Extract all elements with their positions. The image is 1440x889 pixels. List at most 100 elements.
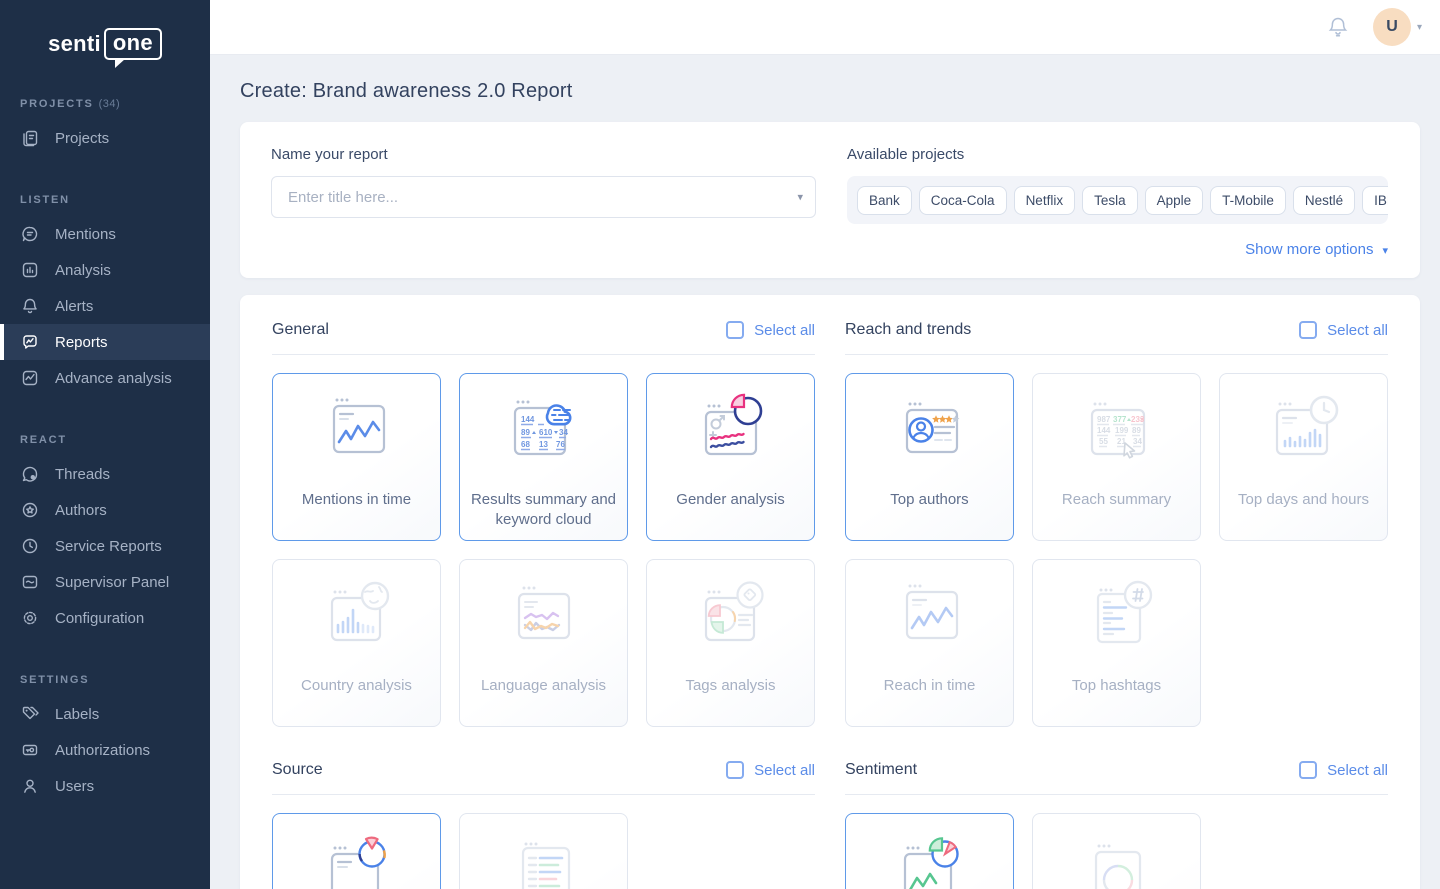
user-menu[interactable]: U ▾ [1373, 8, 1422, 46]
reach-in-time-icon [888, 578, 972, 668]
tile-country-analysis[interactable]: Country analysis [272, 559, 441, 727]
report-setup-card: Name your report ▾ Available projects Ba… [240, 122, 1420, 278]
section-title: Source [272, 761, 323, 779]
panel-wave-icon [20, 572, 40, 592]
sidebar-item-analysis[interactable]: Analysis [0, 252, 210, 288]
chevron-down-icon[interactable]: ▾ [1417, 22, 1422, 33]
sidebar-item-mentions[interactable]: Mentions [0, 216, 210, 252]
tile-reach-summary[interactable]: 98737723314419989552134 Reach summary [1032, 373, 1201, 541]
tile-top-days-and-hours[interactable]: Top days and hours [1219, 373, 1388, 541]
select-all-reach[interactable]: Select all [1299, 321, 1388, 339]
sidebar-item-labels[interactable]: Labels [0, 696, 210, 732]
tile-results-summary-keyword-cloud[interactable]: 1448961034681376 Results summary and key… [459, 373, 628, 541]
sidebar: sentione PROJECTS (34) Projects LISTEN M… [0, 0, 210, 889]
content: Create: Brand awareness 2.0 Report Name … [210, 80, 1440, 889]
logo-speech-bubble: one [104, 28, 162, 60]
project-chip[interactable]: Coca-Cola [919, 186, 1007, 215]
sidebar-item-users[interactable]: Users [0, 768, 210, 804]
svg-text:13: 13 [539, 440, 548, 449]
section-title: General [272, 321, 329, 339]
tile-gender-analysis[interactable]: Gender analysis [646, 373, 815, 541]
source-list-icon [502, 832, 586, 889]
sidebar-item-reports[interactable]: Reports [0, 324, 210, 360]
project-chip[interactable]: Netflix [1014, 186, 1076, 215]
star-circle-icon [20, 500, 40, 520]
show-more-options-button[interactable]: Show more options ▾ [1245, 241, 1388, 258]
show-more-row: Show more options ▾ [271, 241, 1388, 258]
summary-cloud-icon: 1448961034681376 [502, 392, 586, 482]
sidebar-item-authors[interactable]: Authors [0, 492, 210, 528]
sidebar-item-configuration[interactable]: Configuration [0, 600, 210, 636]
select-all-general[interactable]: Select all [726, 321, 815, 339]
tile-sentiment-donut[interactable] [1032, 813, 1201, 889]
top-hashtags-icon [1075, 578, 1159, 668]
section-general: General Select all Mentions in time [272, 321, 815, 727]
top-days-hours-icon [1262, 392, 1346, 482]
svg-text:377: 377 [1113, 415, 1127, 424]
svg-text:55: 55 [1099, 437, 1108, 446]
checkbox[interactable] [726, 321, 744, 339]
checkbox[interactable] [726, 761, 744, 779]
chevron-down-icon: ▾ [1382, 243, 1388, 257]
sidebar-item-service-reports[interactable]: Service Reports [0, 528, 210, 564]
sidebar-item-advance-analysis[interactable]: Advance analysis [0, 360, 210, 396]
svg-text:987: 987 [1097, 415, 1111, 424]
tile-source-list[interactable] [459, 813, 628, 889]
project-chip[interactable]: Tesla [1082, 186, 1138, 215]
logo-text: senti [48, 31, 101, 57]
topbar: U ▾ [210, 0, 1440, 55]
project-chip[interactable]: Nestlé [1293, 186, 1355, 215]
tile-reach-in-time[interactable]: Reach in time [845, 559, 1014, 727]
tile-top-hashtags[interactable]: Top hashtags [1032, 559, 1201, 727]
sidebar-item-alerts[interactable]: Alerts [0, 288, 210, 324]
checkbox[interactable] [1299, 761, 1317, 779]
sidebar-item-supervisor-panel[interactable]: Supervisor Panel [0, 564, 210, 600]
gear-icon [20, 608, 40, 628]
project-chip[interactable]: Bank [857, 186, 912, 215]
tile-sentiment-pie-chart[interactable] [845, 813, 1014, 889]
report-modules-card: General Select all Mentions in time [240, 295, 1420, 889]
clock-icon [20, 536, 40, 556]
select-all-source[interactable]: Select all [726, 761, 815, 779]
tile-mentions-in-time[interactable]: Mentions in time [272, 373, 441, 541]
country-analysis-icon [315, 578, 399, 668]
projects-count: (34) [99, 98, 121, 110]
notifications-button[interactable] [1325, 14, 1351, 40]
svg-text:144: 144 [521, 415, 535, 424]
sidebar-item-threads[interactable]: Threads [0, 456, 210, 492]
sentione-logo: sentione [48, 28, 162, 60]
bell-icon [20, 296, 40, 316]
sentiment-pie-icon [888, 832, 972, 889]
avatar[interactable]: U [1373, 8, 1411, 46]
tile-top-authors[interactable]: Top authors [845, 373, 1014, 541]
report-chart-icon [20, 332, 40, 352]
sidebar-header-projects: PROJECTS (34) [20, 98, 190, 110]
tile-source-pie-chart[interactable] [272, 813, 441, 889]
project-chips: Bank Coca-Cola Netflix Tesla Apple T-Mob… [847, 176, 1388, 224]
section-source: Source Select all [272, 761, 815, 889]
top-authors-icon [888, 392, 972, 482]
gender-analysis-icon [689, 392, 773, 482]
project-chip[interactable]: T-Mobile [1210, 186, 1286, 215]
tile-language-analysis[interactable]: Language analysis [459, 559, 628, 727]
tile-tags-analysis[interactable]: Tags analysis [646, 559, 815, 727]
checkbox[interactable] [1299, 321, 1317, 339]
sidebar-item-projects[interactable]: Projects [0, 120, 210, 156]
report-title-combobox: ▾ [271, 176, 816, 218]
select-all-sentiment[interactable]: Select all [1299, 761, 1388, 779]
project-chip[interactable]: Apple [1145, 186, 1204, 215]
report-title-input[interactable] [271, 176, 816, 218]
report-name-label: Name your report [271, 146, 816, 163]
svg-text:144: 144 [1097, 426, 1111, 435]
key-card-icon [20, 740, 40, 760]
sidebar-item-authorizations[interactable]: Authorizations [0, 732, 210, 768]
project-chip[interactable]: IBM [1362, 186, 1388, 215]
section-reach-and-trends: Reach and trends Select all Top authors [845, 321, 1388, 727]
sidebar-header-settings: SETTINGS [20, 674, 190, 686]
svg-text:199: 199 [1115, 426, 1129, 435]
line-chart-icon [20, 368, 40, 388]
documents-icon [20, 128, 40, 148]
section-title: Reach and trends [845, 321, 971, 339]
person-icon [20, 776, 40, 796]
sidebar-header-listen: LISTEN [20, 194, 190, 206]
